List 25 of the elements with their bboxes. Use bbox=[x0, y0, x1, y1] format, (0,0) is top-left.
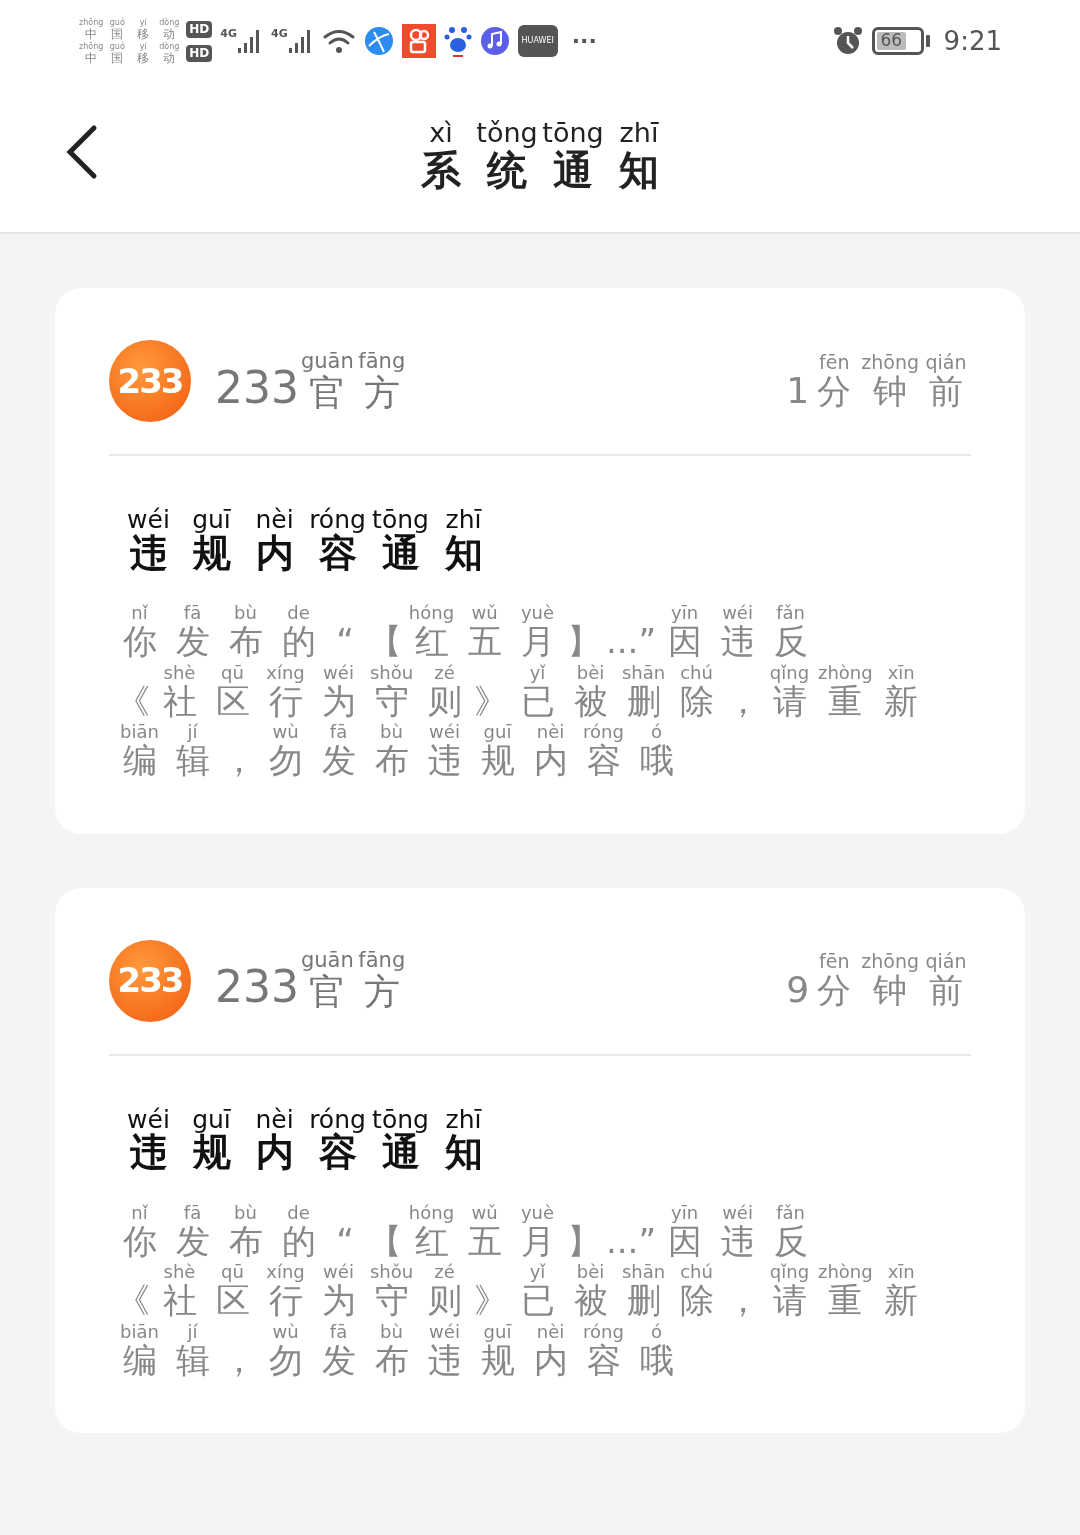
sender-logo: 233 bbox=[109, 340, 191, 422]
carrier-name: zhōng 中 guó 国 yí 移 dòng 动 bbox=[78, 41, 181, 65]
battery-icon: 66 bbox=[871, 27, 924, 55]
sender-logo: 233 bbox=[109, 939, 191, 1022]
notification-title: wéi 违 guī 规 nèi 内 róng 容 tōng 通 zhī 知 bbox=[126, 1105, 484, 1173]
music-icon bbox=[479, 26, 510, 56]
network-type: 4G bbox=[220, 28, 237, 39]
globe-icon bbox=[363, 26, 394, 56]
app-store-icon: HUAWEI bbox=[517, 25, 558, 57]
timestamp: 1 fēn 分 zhōng 钟 qián 前 bbox=[786, 351, 968, 411]
notification-message: nǐ 你 fā 发 bù 布 de 的 “ 【 hóng 红 wǔ 五 yuè 月 】...” yīn 因 wéi 违 fǎn 反 《 shè 社 qū 区 xíng 行 wéi 为 shǒu 守 zé 则 》 yǐ 已 bèi 被 shān 删 chú 除 ， qǐng 请 zhòng 重 xīn 新 biān 编 jí 辑 ， wù 勿 fā 发 bù 布 wéi 违 guī 规 nèi 内 róng 容 ó 哦 bbox=[115, 603, 920, 782]
carrier-name: zhōng 中 guó 国 yí 移 dòng 动 bbox=[78, 17, 181, 41]
notification-title: wéi 违 guī 规 nèi 内 róng 容 tōng 通 zhī 知 bbox=[126, 506, 484, 574]
network-type: 4G bbox=[271, 28, 288, 39]
timestamp: 9 fēn 分 zhōng 钟 qián 前 bbox=[786, 951, 968, 1010]
hd-badge: HD bbox=[186, 44, 213, 62]
alarm-icon bbox=[831, 26, 864, 56]
wifi-icon bbox=[321, 27, 356, 55]
notification-message: nǐ 你 fā 发 bù 布 de 的 “ 【 hóng 红 wǔ 五 yuè 月 】...” yīn 因 wéi 违 fǎn 反 《 shè 社 qū 区 xíng 行 wéi 为 shǒu 守 zé 则 》 yǐ 已 bèi 被 shān 删 chú 除 ， qǐng 请 zhòng 重 xīn 新 biān 编 jí 辑 ， wù 勿 fā 发 bù 布 wéi 违 guī 规 nèi 内 róng 容 ó 哦 bbox=[115, 1202, 920, 1382]
video-icon bbox=[401, 24, 436, 58]
more-indicator: ··· bbox=[571, 30, 597, 52]
page-title: xì 系 tǒng 统 tōng 通 zhī 知 bbox=[420, 118, 660, 192]
clock: 9:21 bbox=[943, 24, 1002, 58]
paw-icon bbox=[443, 24, 472, 58]
hd-badge: HD bbox=[186, 20, 213, 38]
